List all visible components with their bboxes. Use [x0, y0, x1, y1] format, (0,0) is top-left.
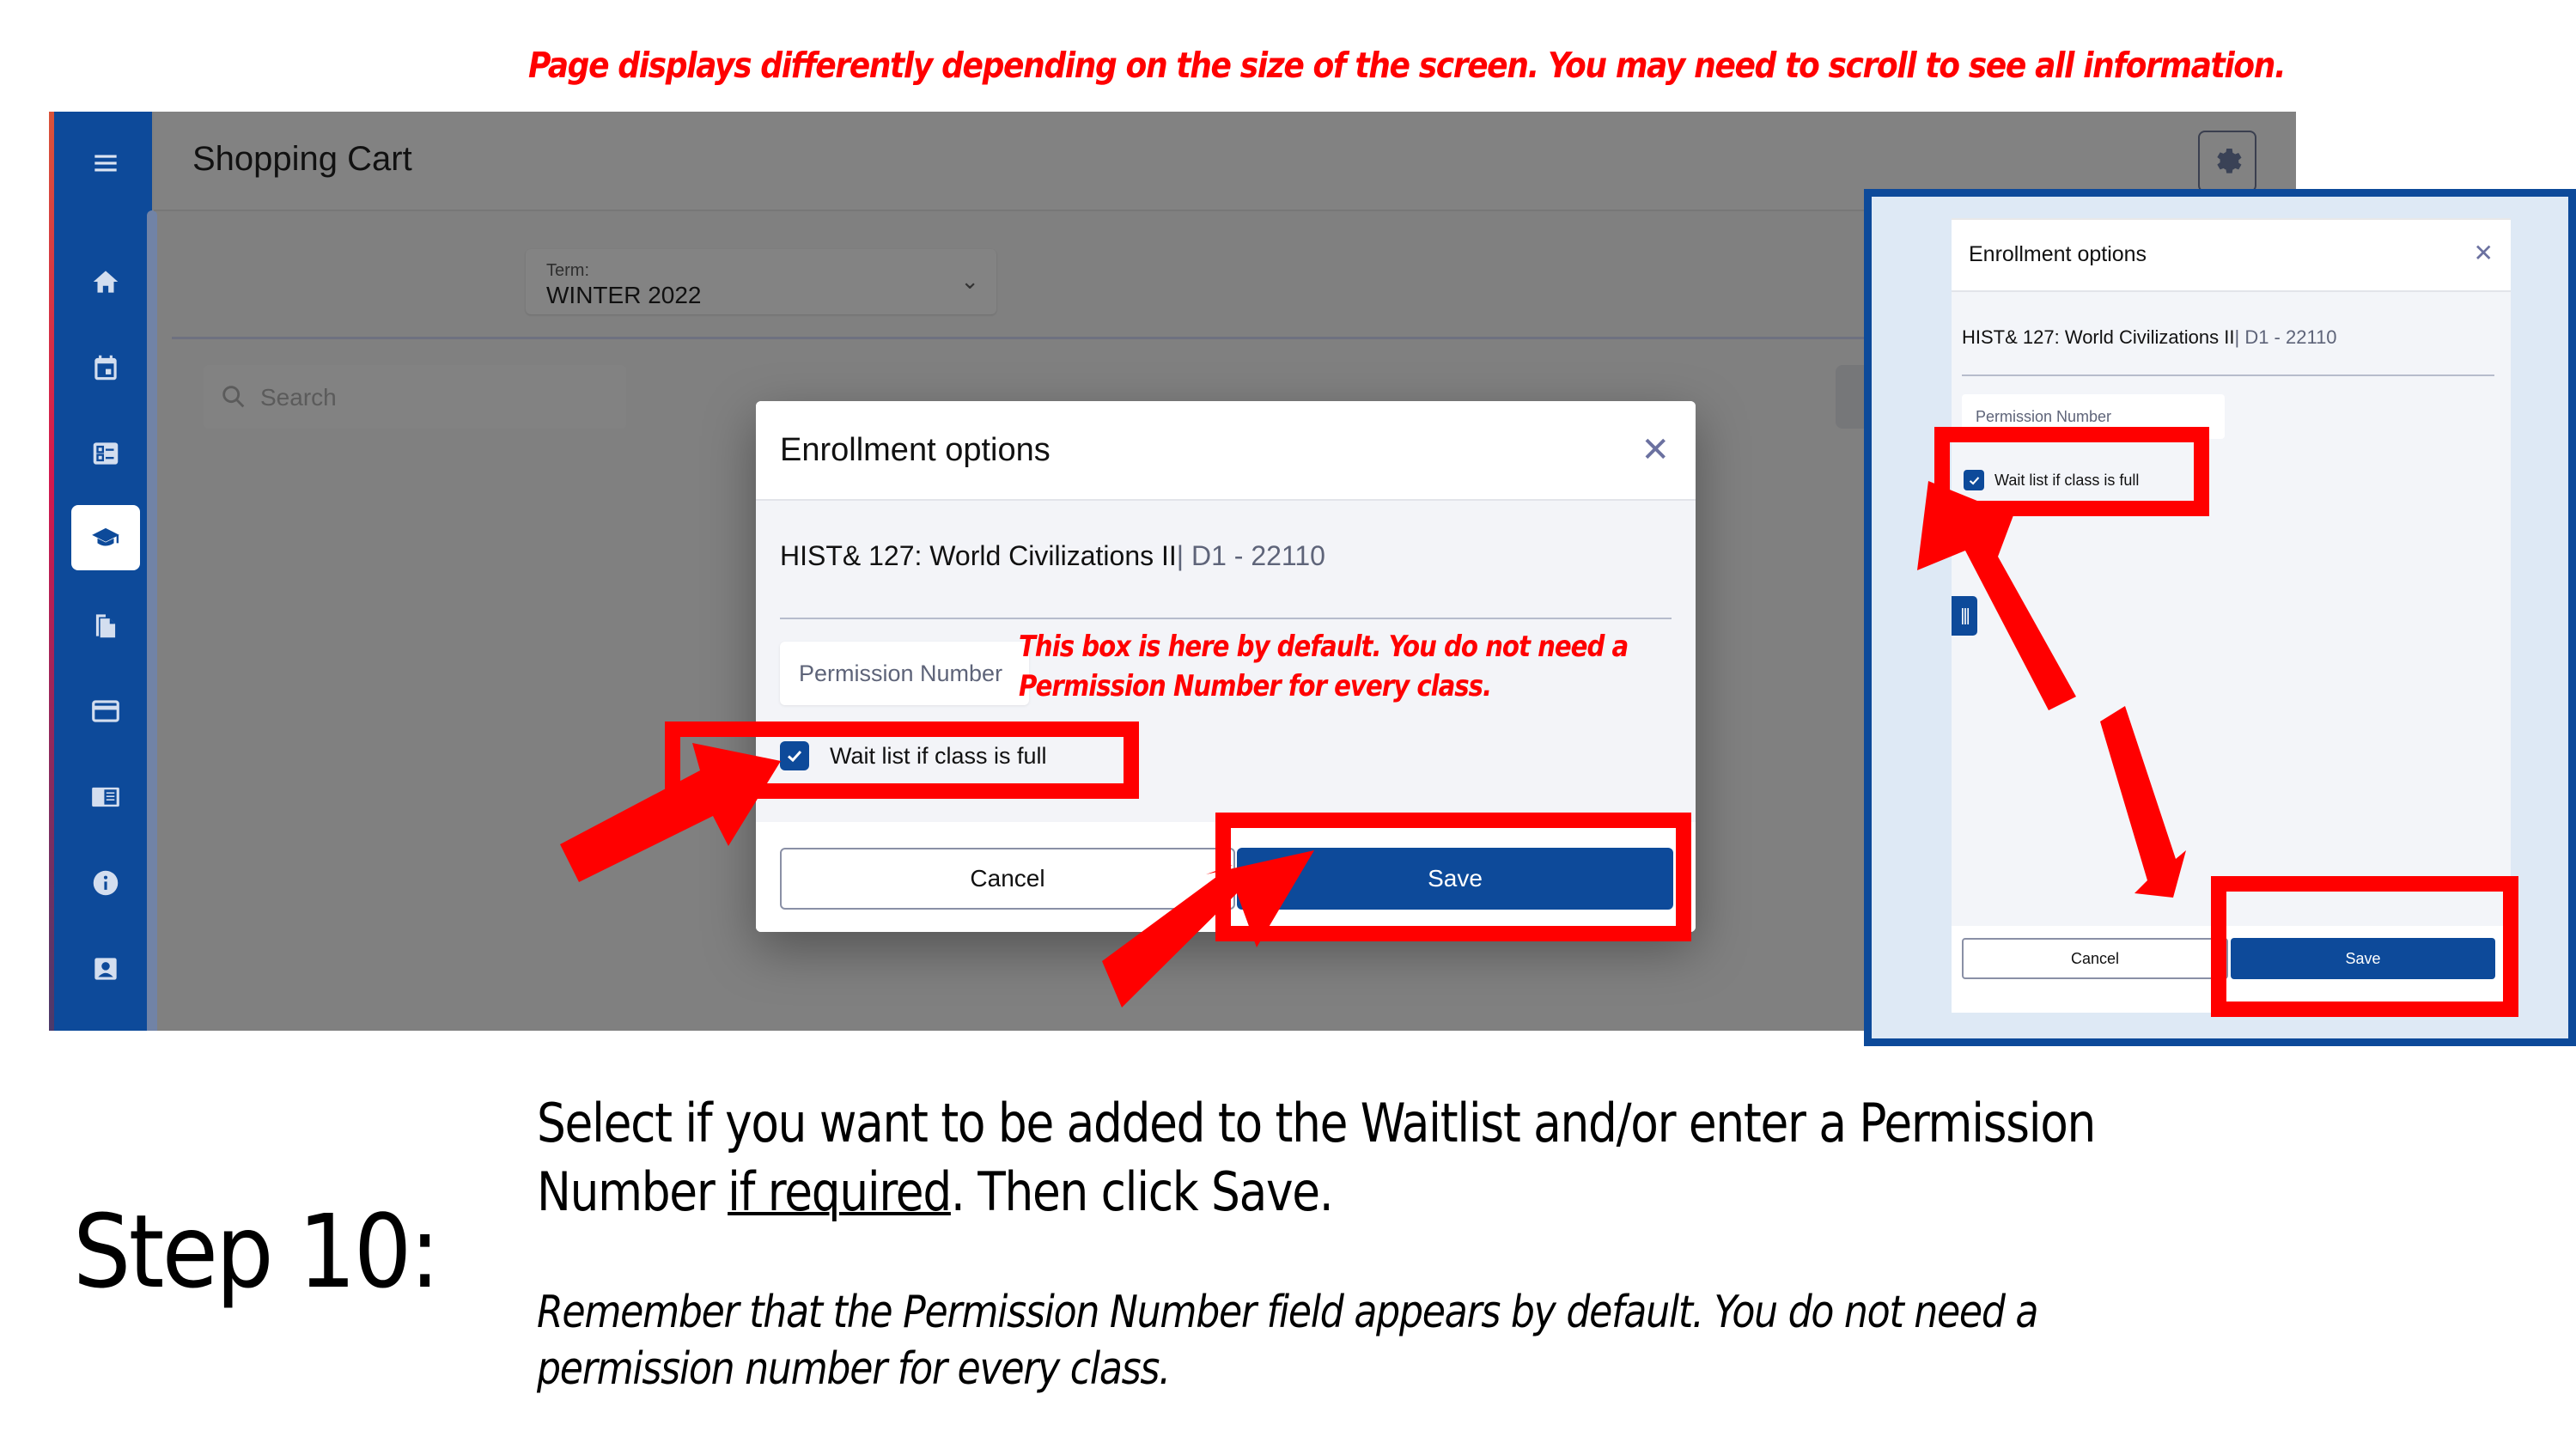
info-icon — [93, 870, 119, 896]
inset-cancel-button[interactable]: Cancel — [1962, 938, 2228, 979]
home-icon — [93, 271, 119, 293]
search-input[interactable]: Search — [204, 365, 626, 429]
term-select[interactable]: Term: WINTER 2022 ⌄ — [526, 249, 996, 314]
sidebar-item-profile[interactable] — [71, 936, 140, 1002]
inset-modal-title: Enrollment options — [1969, 242, 2147, 266]
modal-divider — [780, 618, 1672, 619]
sidebar-item-catalog[interactable] — [71, 764, 140, 830]
hamburger-menu-icon[interactable] — [71, 131, 140, 196]
close-icon[interactable]: ✕ — [2474, 239, 2494, 267]
gear-icon — [2217, 149, 2242, 174]
inset-save-highlight-box — [2211, 876, 2518, 1017]
credit-card-icon — [92, 700, 119, 722]
course-title: HIST& 127: World Civilizations II — [780, 540, 1177, 571]
inset-course-title: HIST& 127: World Civilizations II — [1962, 326, 2235, 348]
sidebar-item-calendar[interactable] — [71, 335, 140, 400]
modal-title: Enrollment options — [780, 432, 1050, 468]
inset-divider — [1962, 374, 2494, 376]
permission-number-input[interactable]: Permission Number — [780, 642, 1029, 705]
course-info: HIST& 127: World Civilizations II| D1 - … — [780, 540, 1325, 572]
sidebar-scrollbar[interactable] — [147, 210, 157, 1031]
search-placeholder: Search — [260, 384, 337, 411]
annotation-line-1: This box is here by default. You do not … — [1019, 630, 1629, 664]
instr-part — [714, 1160, 728, 1223]
term-value: WINTER 2022 — [546, 282, 702, 308]
checklist-icon — [93, 442, 119, 465]
profile-icon — [94, 958, 117, 980]
instr-waitlist: Waitlist — [1360, 1092, 1521, 1154]
inset-course-info: HIST& 127: World Civilizations II| D1 - … — [1962, 326, 2337, 349]
inset-waitlist-highlight-box — [1934, 427, 2209, 516]
waitlist-highlight-box — [665, 721, 1139, 799]
search-icon — [222, 386, 245, 408]
instr-if-required: if required — [728, 1160, 952, 1223]
section-separator: | — [1176, 540, 1184, 571]
instruction-text: Select if you want to be added to the Wa… — [537, 1089, 2236, 1227]
instr-part: and/or enter a — [1519, 1092, 1860, 1154]
remember-note: Remember that the Permission Number fiel… — [537, 1287, 2038, 1395]
save-highlight-box — [1215, 813, 1691, 941]
chevron-down-icon: ⌄ — [960, 268, 979, 294]
sidebar-item-classes[interactable] — [71, 505, 140, 570]
calendar-icon — [94, 355, 117, 381]
instr-part: . — [1318, 1160, 1334, 1223]
instr-part: . Then click — [950, 1160, 1212, 1223]
divider — [172, 337, 1976, 339]
documents-icon — [95, 614, 116, 638]
annotation-line-2: Permission Number for every class. — [1019, 669, 1492, 703]
sidebar-item-documents[interactable] — [71, 593, 140, 658]
inset-permission-placeholder: Permission Number — [1976, 408, 2112, 425]
settings-button[interactable] — [2198, 131, 2256, 192]
drag-handle-icon[interactable]: ||| — [1952, 596, 1977, 636]
close-icon[interactable]: ✕ — [1641, 430, 1670, 470]
graduation-cap-icon — [92, 527, 119, 546]
permission-number-placeholder: Permission Number — [799, 661, 1003, 686]
catalog-icon — [92, 787, 119, 807]
sidebar-item-info[interactable] — [71, 850, 140, 916]
sidebar-item-payment[interactable] — [71, 679, 140, 744]
sidebar-item-home[interactable] — [71, 249, 140, 314]
step-label: Step 10: — [73, 1192, 441, 1311]
sidebar — [54, 112, 157, 1031]
term-label: Term: — [546, 261, 589, 280]
top-warning-note: Page displays differently depending on t… — [528, 45, 2287, 86]
permission-annotation: This box is here by default. You do not … — [1019, 627, 1629, 706]
cancel-button[interactable]: Cancel — [780, 848, 1235, 910]
inset-course-section: D1 - 22110 — [2239, 326, 2337, 348]
page-title: Shopping Cart — [192, 140, 412, 178]
instr-part: Select if you want to be added to the — [537, 1092, 1361, 1154]
instr-save: Save — [1211, 1160, 1320, 1223]
sidebar-item-checklist[interactable] — [71, 421, 140, 486]
course-section: D1 - 22110 — [1184, 540, 1325, 571]
